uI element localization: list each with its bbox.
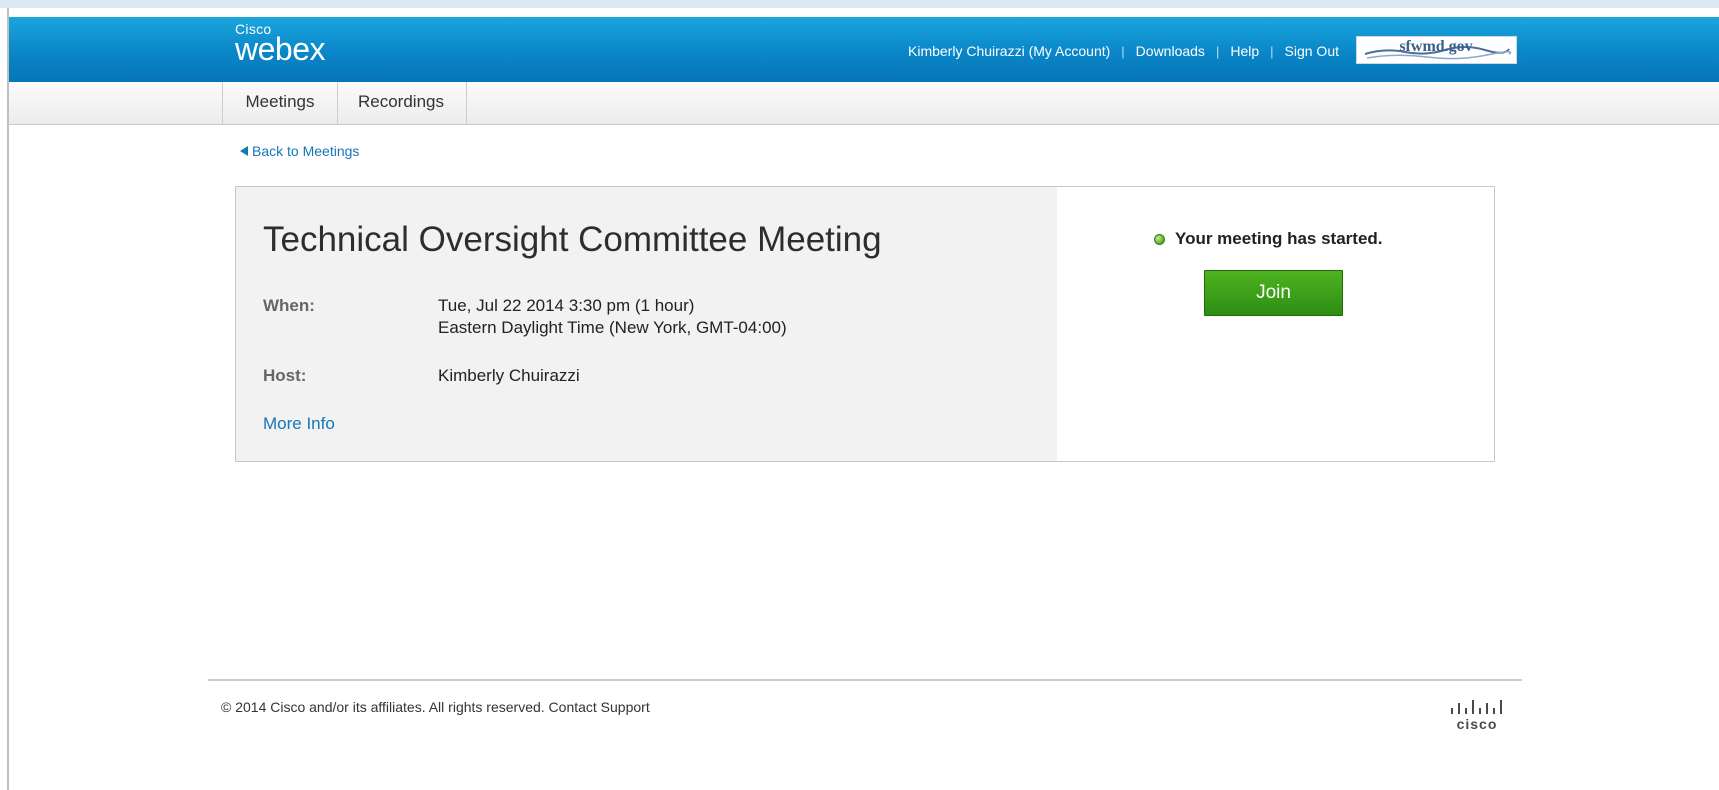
footer-divider xyxy=(208,679,1522,681)
link-separator: | xyxy=(1121,43,1125,59)
status-indicator-icon xyxy=(1154,233,1165,245)
back-arrow-icon xyxy=(240,146,248,156)
help-link[interactable]: Help xyxy=(1230,43,1259,59)
header-bar: Cisco webex Kimberly Chuirazzi (My Accou… xyxy=(9,17,1719,82)
more-info-link[interactable]: More Info xyxy=(263,414,335,434)
nav-bar: Meetings Recordings xyxy=(9,82,1719,125)
cisco-logo: cisco xyxy=(1447,698,1509,732)
join-button[interactable]: Join xyxy=(1204,270,1343,316)
when-date: Tue, Jul 22 2014 3:30 pm (1 hour) xyxy=(438,296,695,315)
my-account-link[interactable]: Kimberly Chuirazzi (My Account) xyxy=(908,43,1110,59)
sign-out-link[interactable]: Sign Out xyxy=(1285,43,1339,59)
tab-meetings[interactable]: Meetings xyxy=(222,82,338,124)
webex-logo[interactable]: Cisco webex xyxy=(235,22,326,67)
back-link-label: Back to Meetings xyxy=(252,143,360,159)
copyright-text: © 2014 Cisco and/or its affiliates. All … xyxy=(221,699,650,715)
contact-support-link[interactable]: Contact Support xyxy=(549,699,650,715)
window-left-edge xyxy=(0,8,9,790)
sfwmd-logo: sfwmd.gov xyxy=(1356,36,1517,64)
host-value: Kimberly Chuirazzi xyxy=(438,366,580,385)
back-to-meetings-link[interactable]: Back to Meetings xyxy=(240,143,359,159)
link-separator: | xyxy=(1270,43,1274,59)
when-value: Tue, Jul 22 2014 3:30 pm (1 hour) Easter… xyxy=(438,295,787,339)
tab-recordings[interactable]: Recordings xyxy=(336,82,467,124)
user-links: Kimberly Chuirazzi (My Account) | Downlo… xyxy=(908,43,1339,59)
cisco-logo-text: cisco xyxy=(1457,716,1498,732)
sfwmd-logo-text: sfwmd.gov xyxy=(1399,38,1472,55)
link-separator: | xyxy=(1215,43,1220,59)
meeting-details-panel: Technical Oversight Committee Meeting Wh… xyxy=(236,187,1057,461)
when-label: When: xyxy=(263,296,315,315)
downloads-link[interactable]: Downloads xyxy=(1136,43,1205,59)
meeting-title: Technical Oversight Committee Meeting xyxy=(263,220,882,259)
copyright-notice: © 2014 Cisco and/or its affiliates. All … xyxy=(221,699,545,715)
meeting-status: Your meeting has started. xyxy=(1154,229,1383,249)
top-strip xyxy=(0,0,1719,8)
meeting-card: Technical Oversight Committee Meeting Wh… xyxy=(235,186,1495,462)
host-label: Host: xyxy=(263,366,307,385)
logo-webex-text: webex xyxy=(235,31,326,67)
status-text: Your meeting has started. xyxy=(1175,229,1383,248)
when-timezone: Eastern Daylight Time (New York, GMT-04:… xyxy=(438,318,787,337)
